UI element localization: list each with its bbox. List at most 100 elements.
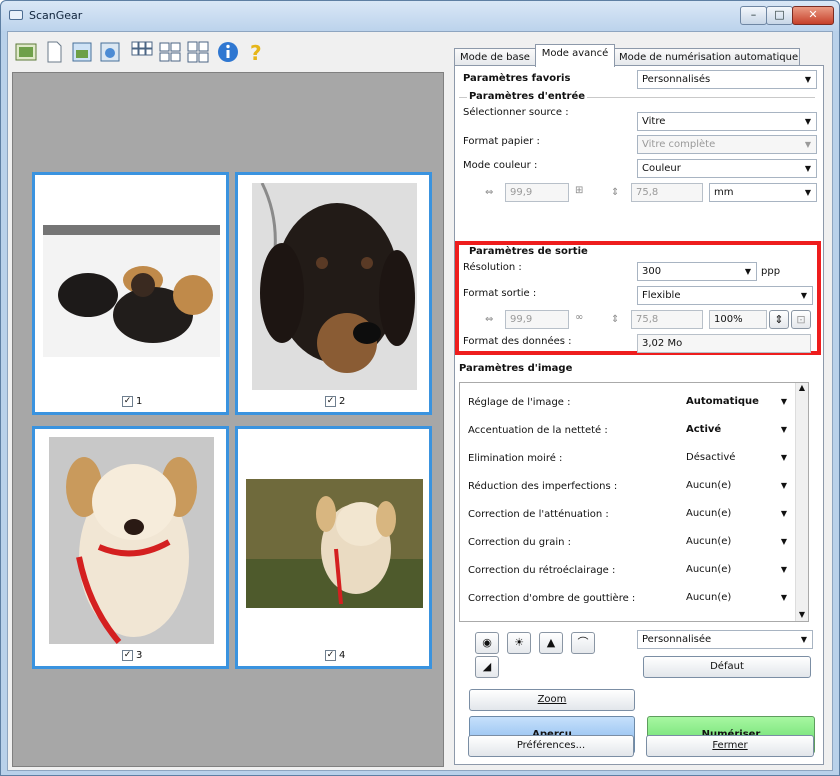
descreen-select[interactable]: Désactivé ▼: [682, 449, 792, 468]
dust-select[interactable]: Aucun(e) ▼: [682, 477, 792, 496]
thumbnail-2[interactable]: ✓ 2: [235, 172, 432, 415]
width-icon: ⇔: [485, 314, 494, 325]
backlight-label: Correction du rétroéclairage :: [468, 565, 616, 576]
threshold-icon[interactable]: ◢: [475, 656, 499, 678]
preferences-button[interactable]: Préférences...: [468, 735, 634, 757]
resolution-value: 300: [642, 266, 662, 277]
close-button[interactable]: Fermer: [646, 735, 814, 757]
data-size-label: Format des données :: [463, 336, 572, 347]
minimize-button[interactable]: –: [740, 6, 767, 25]
tab-advanced-mode[interactable]: Mode avancé: [535, 44, 615, 67]
thumbnail-label-2: 2: [339, 396, 346, 407]
descreen-value: Désactivé: [686, 452, 736, 463]
backlight-value: Aucun(e): [686, 564, 732, 575]
input-width-field: 99,9: [505, 183, 569, 202]
correct-image-icon[interactable]: [98, 40, 122, 64]
thumbnail-area: ✓ 1 ✓ 2 ✓ 3 ✓ 4: [12, 72, 444, 767]
new-page-icon[interactable]: [42, 40, 66, 64]
backlight-select[interactable]: Aucun(e) ▼: [682, 561, 792, 580]
thumbnail-4[interactable]: ✓ 4: [235, 426, 432, 669]
favorites-select[interactable]: Personnalisés ▼: [637, 70, 817, 89]
color-mode-select[interactable]: Couleur ▼: [637, 159, 817, 178]
checkbox-2[interactable]: ✓: [325, 396, 336, 407]
link-icon: ∞: [575, 312, 584, 323]
tone-curve-icon[interactable]: ⌒: [571, 632, 595, 654]
thumbnail-label-1: 1: [136, 396, 143, 407]
crop-all-icon[interactable]: [70, 40, 94, 64]
checkbox-4[interactable]: ✓: [325, 650, 336, 661]
info-icon[interactable]: [216, 40, 240, 64]
large-thumbnails-icon[interactable]: [186, 40, 210, 64]
fading-select[interactable]: Aucun(e) ▼: [682, 505, 792, 524]
paper-size-select: Vitre complète ▼: [637, 135, 817, 154]
client-area: ? ✓ 1 ✓ 2 ✓ 3 ✓ 4 Mode de base Mode avan…: [7, 31, 833, 771]
dropdown-arrow-icon: ▼: [804, 164, 811, 173]
image-adjust-value: Automatique: [686, 396, 759, 407]
favorites-label: Paramètres favoris: [463, 73, 571, 84]
unit-value: mm: [714, 187, 734, 198]
image-settings-scrollbar[interactable]: ▲ ▼: [795, 383, 808, 621]
color-balance-icon[interactable]: ◉: [475, 632, 499, 654]
grain-select[interactable]: Aucun(e) ▼: [682, 533, 792, 552]
tone-preset-value: Personnalisée: [642, 634, 712, 645]
output-format-select[interactable]: Flexible ▼: [637, 286, 813, 305]
close-window-button[interactable]: ✕: [792, 6, 834, 25]
image-adjust-label: Réglage de l'image :: [468, 397, 571, 408]
window-title: ScanGear: [29, 9, 83, 22]
resolution-unit: ppp: [761, 266, 781, 277]
dropdown-arrow-icon: ▼: [804, 117, 811, 126]
color-mode-label: Mode couleur :: [463, 160, 538, 171]
help-icon[interactable]: ?: [244, 40, 268, 64]
output-height-field: 75,8: [631, 310, 703, 329]
dropdown-arrow-icon: ▼: [804, 75, 811, 84]
thumbnail-view-icon[interactable]: [14, 40, 38, 64]
photo-dachshund-closeup: [252, 183, 417, 390]
dropdown-arrow-icon: ▼: [744, 267, 751, 276]
color-mode-value: Couleur: [642, 163, 681, 174]
dropdown-arrow-icon: ▼: [780, 453, 787, 462]
grain-value: Aucun(e): [686, 536, 732, 547]
thumbnail-1[interactable]: ✓ 1: [32, 172, 229, 415]
output-width-field: 99,9: [505, 310, 569, 329]
source-select[interactable]: Vitre ▼: [637, 112, 817, 131]
dropdown-arrow-icon: ▼: [780, 593, 787, 602]
sharpen-select[interactable]: Activé ▼: [682, 421, 792, 440]
thumbnail-label-4: 4: [339, 650, 346, 661]
fading-label: Correction de l'atténuation :: [468, 509, 609, 520]
checkbox-1[interactable]: ✓: [122, 396, 133, 407]
sharpen-value: Activé: [686, 424, 722, 435]
resolution-select[interactable]: 300 ▼: [637, 262, 757, 281]
brightness-icon[interactable]: ☀: [507, 632, 531, 654]
unit-select[interactable]: mm ▼: [709, 183, 817, 202]
checkbox-3[interactable]: ✓: [122, 650, 133, 661]
histogram-icon[interactable]: ▲: [539, 632, 563, 654]
small-thumbnails-icon[interactable]: [130, 40, 154, 64]
scanner-icon: [9, 10, 23, 20]
output-section-title: Paramètres de sortie: [467, 246, 590, 257]
gutter-label: Correction d'ombre de gouttière :: [468, 593, 636, 604]
maximize-button[interactable]: □: [766, 6, 793, 25]
scale-field[interactable]: 100%: [709, 310, 767, 329]
dropdown-arrow-icon: ▼: [780, 481, 787, 490]
gutter-select[interactable]: Aucun(e) ▼: [682, 589, 792, 608]
dropdown-arrow-icon: ▼: [780, 425, 787, 434]
scroll-down-icon[interactable]: ▼: [796, 610, 808, 619]
height-icon: ⇕: [611, 187, 620, 198]
image-settings-list: ▲ ▼ Réglage de l'image : Automatique ▼ Acc…: [459, 382, 809, 622]
medium-thumbnails-icon[interactable]: [158, 40, 182, 64]
source-value: Vitre: [642, 116, 666, 127]
photo-dogs-white-background: [43, 225, 220, 357]
thumbnail-3[interactable]: ✓ 3: [32, 426, 229, 669]
zoom-button[interactable]: Zoom: [469, 689, 635, 711]
default-button[interactable]: Défaut: [643, 656, 811, 678]
paper-size-label: Format papier :: [463, 136, 540, 147]
dropdown-arrow-icon: ▼: [780, 537, 787, 546]
image-adjust-select[interactable]: Automatique ▼: [682, 393, 792, 412]
tone-preset-select[interactable]: Personnalisée ▼: [637, 630, 813, 649]
scale-spin-icon[interactable]: ⇕: [769, 310, 789, 329]
width-icon: ⇔: [485, 187, 494, 198]
fading-value: Aucun(e): [686, 508, 732, 519]
sharpen-label: Accentuation de la netteté :: [468, 425, 608, 436]
scangear-window: ScanGear – □ ✕ ? ✓ 1 ✓ 2 ✓ 3 ✓ 4 Mode de…: [0, 0, 840, 776]
photo-labrador-outdoors: [246, 479, 423, 608]
